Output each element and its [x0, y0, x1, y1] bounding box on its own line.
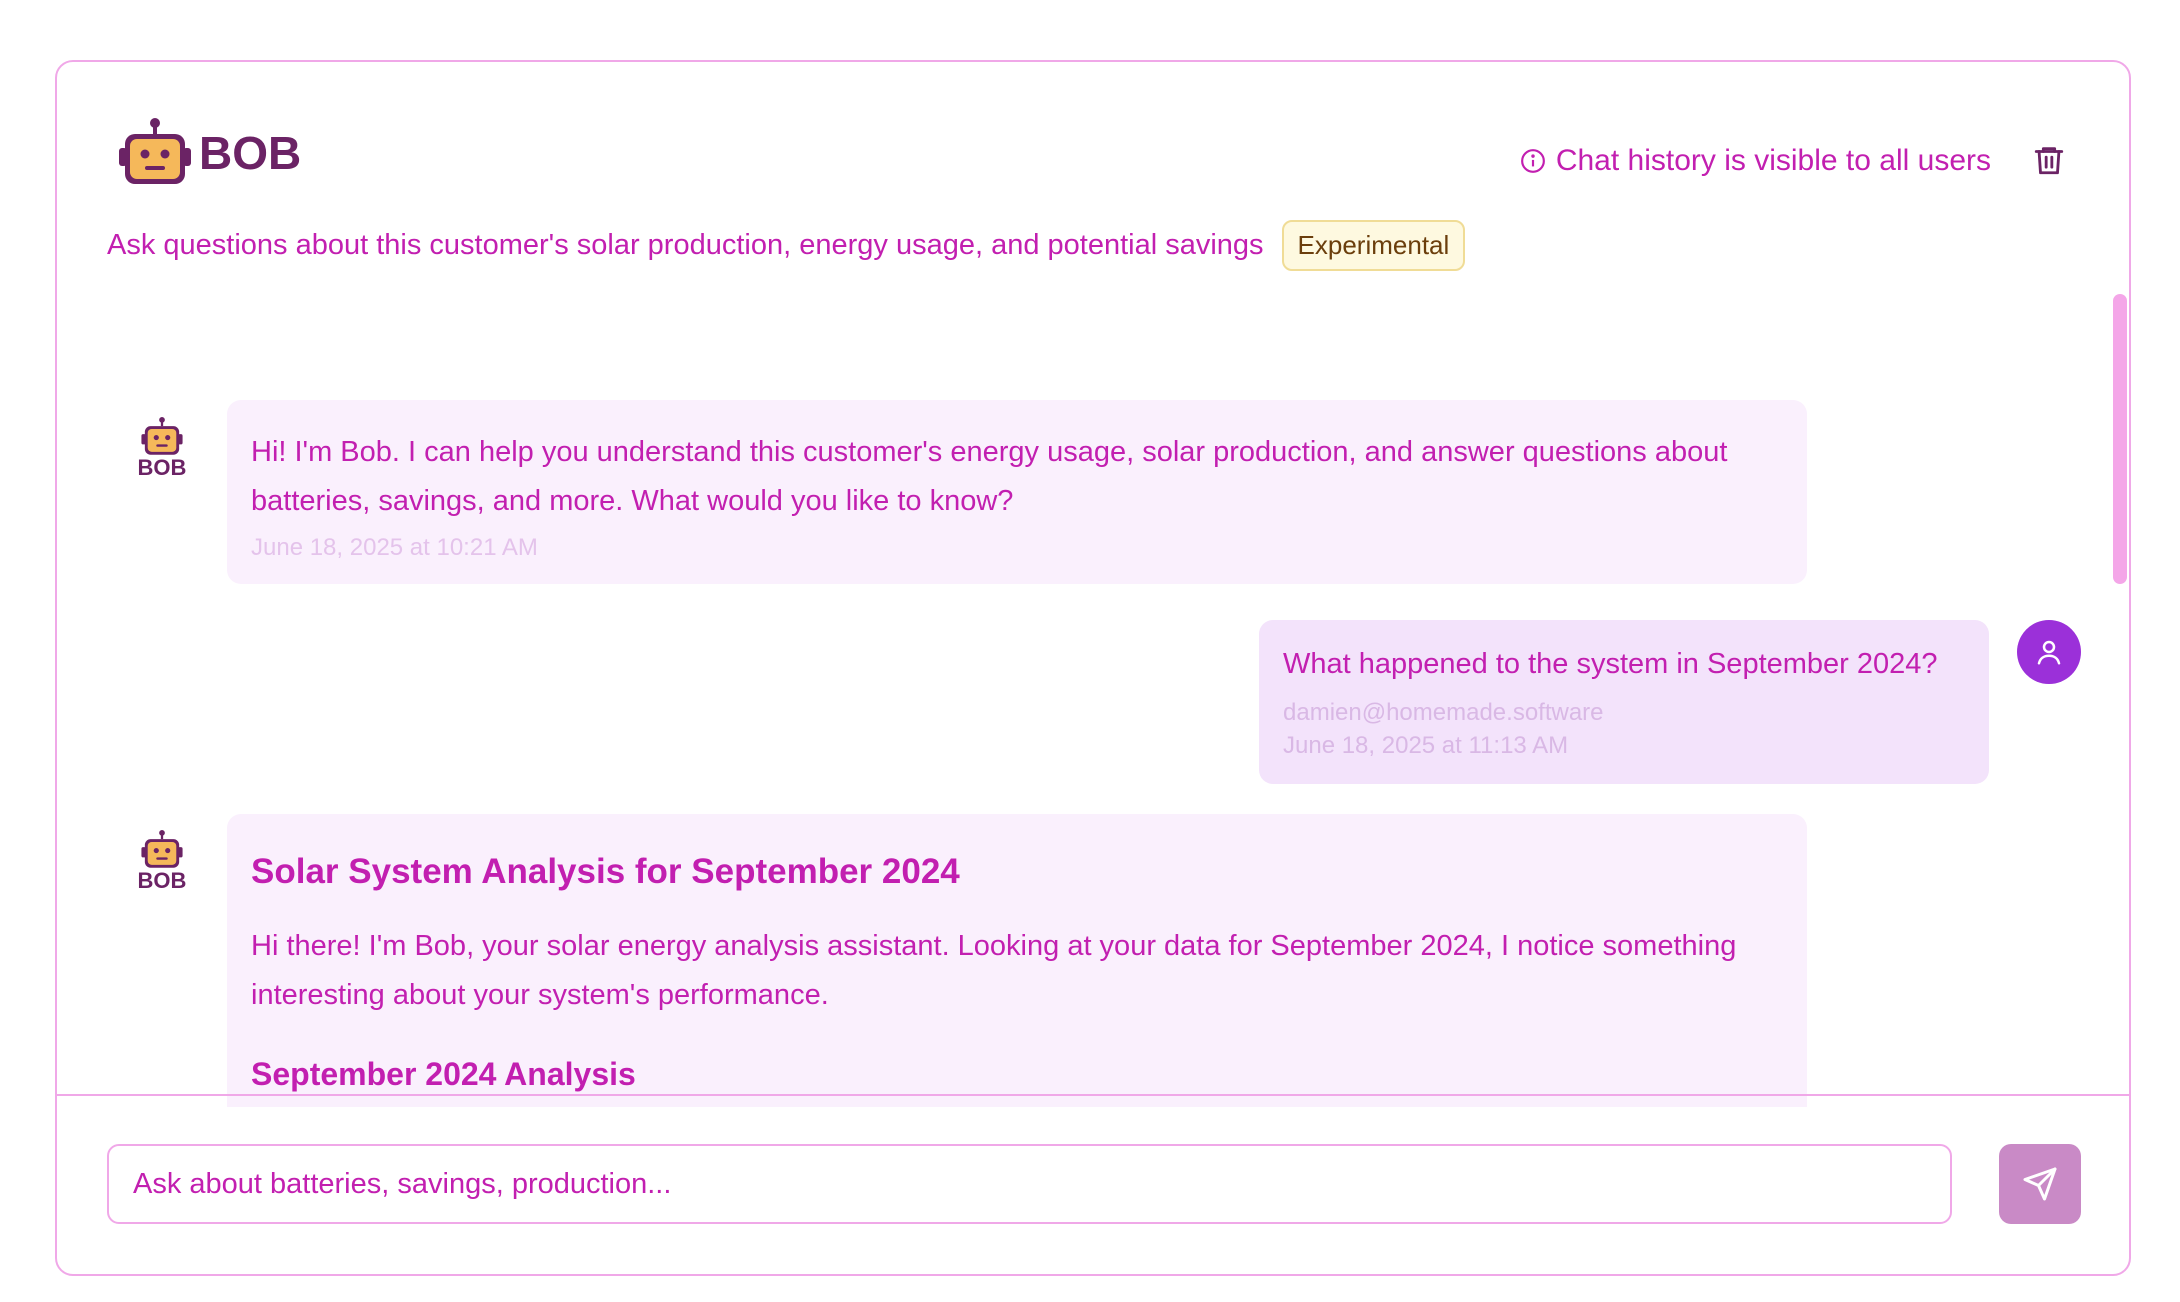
- logo-text: BOB: [199, 127, 302, 179]
- robot-icon: [119, 118, 191, 184]
- bot-avatar-label: BOB: [137, 455, 187, 480]
- bob-logo: BOB: [117, 118, 301, 188]
- user-icon: [2037, 640, 2061, 665]
- send-button[interactable]: [1999, 1144, 2081, 1224]
- user-avatar: [2017, 620, 2081, 684]
- clear-history-button[interactable]: [2029, 140, 2069, 180]
- send-icon: [2023, 1167, 2057, 1201]
- chat-header: BOB Chat history is visible to all users…: [57, 62, 2129, 282]
- bot-avatar-label: BOB: [137, 868, 187, 893]
- message-scrollbar[interactable]: [2113, 294, 2127, 584]
- bot-message: Solar System Analysis for September 2024…: [227, 814, 1807, 1107]
- trash-icon: [2034, 147, 2064, 175]
- user-message: What happened to the system in September…: [1259, 620, 1989, 784]
- composer-divider: [57, 1094, 2129, 1096]
- bot-avatar: BOB: [127, 830, 197, 894]
- history-visibility-note: Chat history is visible to all users: [1520, 144, 1991, 178]
- bot-message: Hi! I'm Bob. I can help you understand t…: [227, 400, 1807, 584]
- message-heading: Solar System Analysis for September 2024: [251, 852, 960, 891]
- chat-input[interactable]: [107, 1144, 1952, 1224]
- message-subheading: September 2024 Analysis: [251, 1056, 636, 1092]
- robot-icon: [141, 830, 183, 868]
- message-text: Hi! I'm Bob. I can help you understand t…: [251, 436, 1728, 517]
- message-timestamp: June 18, 2025 at 10:21 AM: [251, 534, 538, 561]
- message-timestamp: June 18, 2025 at 11:13 AM: [1283, 732, 1569, 759]
- history-note-text: Chat history is visible to all users: [1555, 144, 1991, 177]
- message-text: What happened to the system in September…: [1283, 648, 1938, 680]
- message-author: damien@homemade.software: [1283, 699, 1604, 726]
- robot-icon: [141, 417, 183, 455]
- composer: [107, 1144, 1952, 1224]
- experimental-badge: Experimental: [1281, 220, 1466, 271]
- subtitle-row: Ask questions about this customer's sola…: [107, 220, 1466, 271]
- message-list[interactable]: BOB Hi! I'm Bob. I can help you understa…: [57, 282, 2129, 1107]
- info-icon: [1520, 149, 1545, 173]
- chat-panel: BOB Chat history is visible to all users…: [55, 60, 2131, 1276]
- chat-subtitle: Ask questions about this customer's sola…: [107, 229, 1264, 261]
- bot-avatar: BOB: [127, 417, 197, 481]
- message-text: Hi there! I'm Bob, your solar energy ana…: [251, 930, 1737, 1011]
